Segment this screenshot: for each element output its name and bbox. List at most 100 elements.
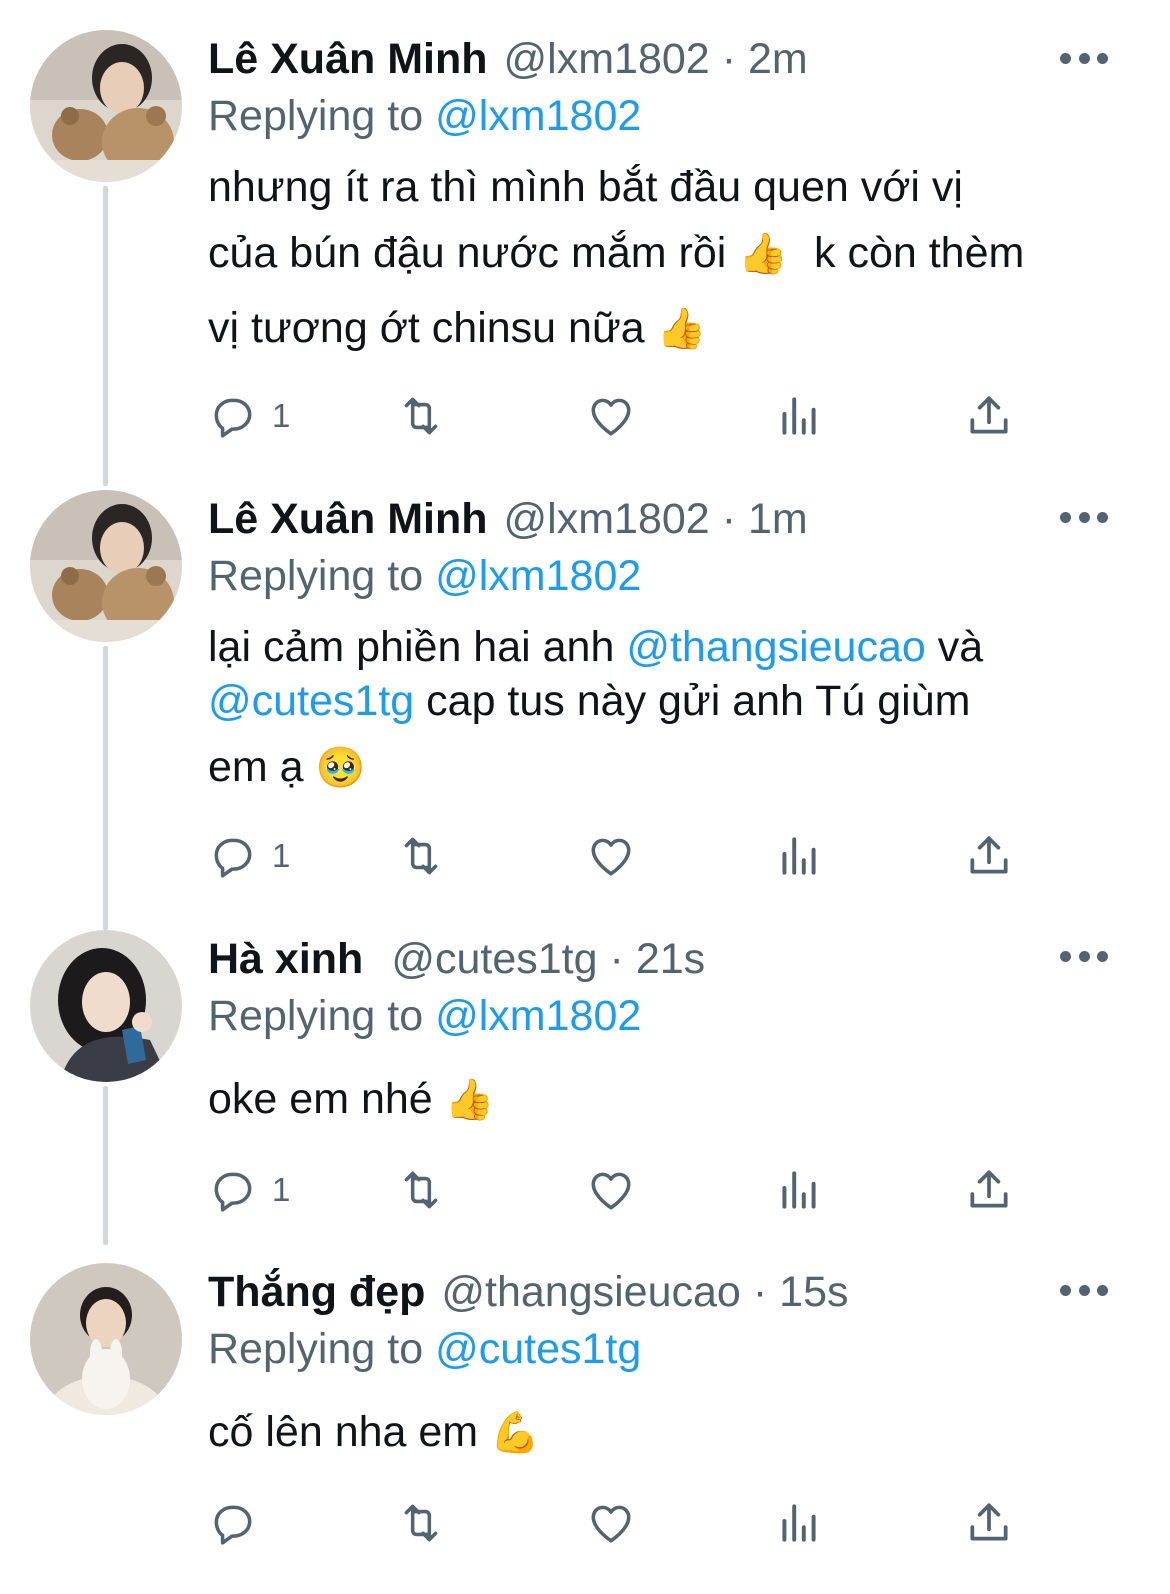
tweet[interactable]: Lê Xuân Minh @lxm1802 · 1m Replying to @… xyxy=(0,465,1170,930)
display-name[interactable]: Hà xinh xyxy=(208,935,363,984)
display-name[interactable]: Thắng đẹp xyxy=(208,1268,425,1317)
tweet[interactable]: Hà xinh @cutes1tg · 21s Replying to @lxm… xyxy=(0,910,1170,1245)
thumbs-up-emoji: 👍 xyxy=(656,307,707,351)
reply-button[interactable] xyxy=(208,1493,272,1553)
retweet-button[interactable] xyxy=(396,1493,446,1553)
reply-bubble-icon xyxy=(214,398,252,438)
thumbs-up-emoji: 👍 xyxy=(444,1078,495,1122)
tweet-actions: 1 xyxy=(208,826,1170,886)
pleading-face-emoji: 🥹 xyxy=(315,746,366,790)
tweet[interactable]: Lê Xuân Minh @lxm1802 · 2m Replying to @… xyxy=(0,0,1170,486)
retweet-icon xyxy=(404,837,438,875)
flexed-biceps-emoji: 💪 xyxy=(490,1411,540,1455)
replying-to-label: Replying to xyxy=(208,992,424,1040)
views-button[interactable] xyxy=(774,386,824,446)
display-name[interactable]: Lê Xuân Minh xyxy=(208,35,488,84)
tweet-text-line: @cutes1tg cap tus này gửi anh Tú giùm xyxy=(208,677,971,725)
views-bar-chart-icon xyxy=(782,1171,816,1209)
more-dots-icon xyxy=(1060,1284,1071,1296)
tweet-actions xyxy=(208,1493,1170,1553)
separator-dot: · xyxy=(721,494,737,543)
user-handle[interactable]: @cutes1tg xyxy=(391,935,597,984)
user-handle[interactable]: @lxm1802 xyxy=(504,495,710,544)
timestamp[interactable]: 15s xyxy=(779,1268,848,1317)
reply-count: 1 xyxy=(272,837,291,874)
share-button[interactable] xyxy=(964,1160,1014,1220)
tweet-actions: 1 xyxy=(208,1160,1170,1220)
reply-button[interactable]: 1 xyxy=(208,1160,290,1220)
like-button[interactable] xyxy=(586,1493,636,1553)
tweet-text: oke em nhé 👍 xyxy=(208,1075,495,1123)
replying-to-mention[interactable]: @lxm1802 xyxy=(435,92,641,140)
share-button[interactable] xyxy=(964,826,1014,886)
replying-to-line: Replying to @lxm1802 xyxy=(208,88,1120,144)
like-button[interactable] xyxy=(586,1160,636,1220)
tweet-header: Lê Xuân Minh @lxm1802 · 1m xyxy=(208,490,1120,548)
mention-link[interactable]: @cutes1tg xyxy=(208,677,414,725)
replying-to-line: Replying to @lxm1802 xyxy=(208,988,1120,1044)
thread-connector-line xyxy=(103,1086,108,1245)
tweet-text-line: vị tương ớt chinsu nữa 👍 xyxy=(208,304,707,352)
retweet-icon xyxy=(404,1171,438,1209)
timestamp[interactable]: 21s xyxy=(636,935,705,984)
reply-button[interactable]: 1 xyxy=(208,826,290,886)
replying-to-label: Replying to xyxy=(208,552,424,600)
reply-button[interactable]: 1 xyxy=(208,386,290,446)
timestamp[interactable]: 1m xyxy=(748,495,808,544)
user-handle[interactable]: @lxm1802 xyxy=(504,35,710,84)
tweet-text-line: của bún đậu nước mắm rồi 👍 k còn thèm xyxy=(208,229,1025,277)
share-button[interactable] xyxy=(964,1493,1014,1553)
more-options-button[interactable] xyxy=(1060,46,1108,70)
reply-bubble-icon xyxy=(214,1505,252,1545)
thread-connector-line xyxy=(103,646,108,930)
views-button[interactable] xyxy=(774,1493,824,1553)
reply-bubble-icon xyxy=(214,838,252,878)
avatar[interactable] xyxy=(30,490,182,642)
like-button[interactable] xyxy=(586,386,636,446)
views-button[interactable] xyxy=(774,1160,824,1220)
reply-thread: Lê Xuân Minh @lxm1802 · 2m Replying to @… xyxy=(0,0,1170,1594)
replying-to-mention[interactable]: @lxm1802 xyxy=(435,552,641,600)
more-options-button[interactable] xyxy=(1060,505,1108,529)
replying-to-mention[interactable]: @lxm1802 xyxy=(435,992,641,1040)
retweet-button[interactable] xyxy=(396,826,446,886)
tweet-header: Thắng đẹp @thangsieucao · 15s xyxy=(208,1263,1120,1321)
retweet-button[interactable] xyxy=(396,386,446,446)
mention-link[interactable]: @thangsieucao xyxy=(626,623,925,671)
reply-count: 1 xyxy=(272,1171,291,1208)
more-options-button[interactable] xyxy=(1060,1278,1108,1302)
like-button[interactable] xyxy=(586,826,636,886)
views-bar-chart-icon xyxy=(782,1504,816,1542)
share-upload-icon xyxy=(970,396,1008,434)
user-handle[interactable]: @thangsieucao xyxy=(441,1268,740,1317)
heart-icon xyxy=(591,838,631,876)
replying-to-line: Replying to @lxm1802 xyxy=(208,548,1120,604)
tweet-text: lại cảm phiền hai anh @thangsieucao và @… xyxy=(208,620,1120,795)
tweet-text-line: nhưng ít ra thì mình bắt đầu quen với vị xyxy=(208,163,963,211)
heart-icon xyxy=(591,1505,631,1543)
tweet-text-line: em ạ 🥹 xyxy=(208,743,366,791)
separator-dot: · xyxy=(609,934,624,983)
avatar[interactable] xyxy=(30,930,182,1082)
tweet-actions: 1 xyxy=(208,386,1170,446)
separator-dot: · xyxy=(721,34,737,83)
timestamp[interactable]: 2m xyxy=(748,35,808,84)
more-options-button[interactable] xyxy=(1060,944,1108,968)
views-button[interactable] xyxy=(774,826,824,886)
heart-icon xyxy=(591,1172,631,1210)
share-upload-icon xyxy=(970,1503,1008,1541)
retweet-button[interactable] xyxy=(396,1160,446,1220)
views-bar-chart-icon xyxy=(782,837,816,875)
share-upload-icon xyxy=(970,836,1008,874)
thumbs-up-emoji: 👍 xyxy=(738,232,789,276)
more-dots-icon xyxy=(1060,52,1071,64)
avatar[interactable] xyxy=(30,30,182,182)
more-dots-icon xyxy=(1060,950,1071,962)
display-name[interactable]: Lê Xuân Minh xyxy=(208,495,488,544)
retweet-icon xyxy=(404,397,438,435)
share-button[interactable] xyxy=(964,386,1014,446)
tweet[interactable]: Thắng đẹp @thangsieucao · 15s Replying t… xyxy=(0,1245,1170,1594)
avatar[interactable] xyxy=(30,1263,182,1415)
replying-to-mention[interactable]: @cutes1tg xyxy=(435,1325,641,1373)
views-bar-chart-icon xyxy=(782,397,816,435)
